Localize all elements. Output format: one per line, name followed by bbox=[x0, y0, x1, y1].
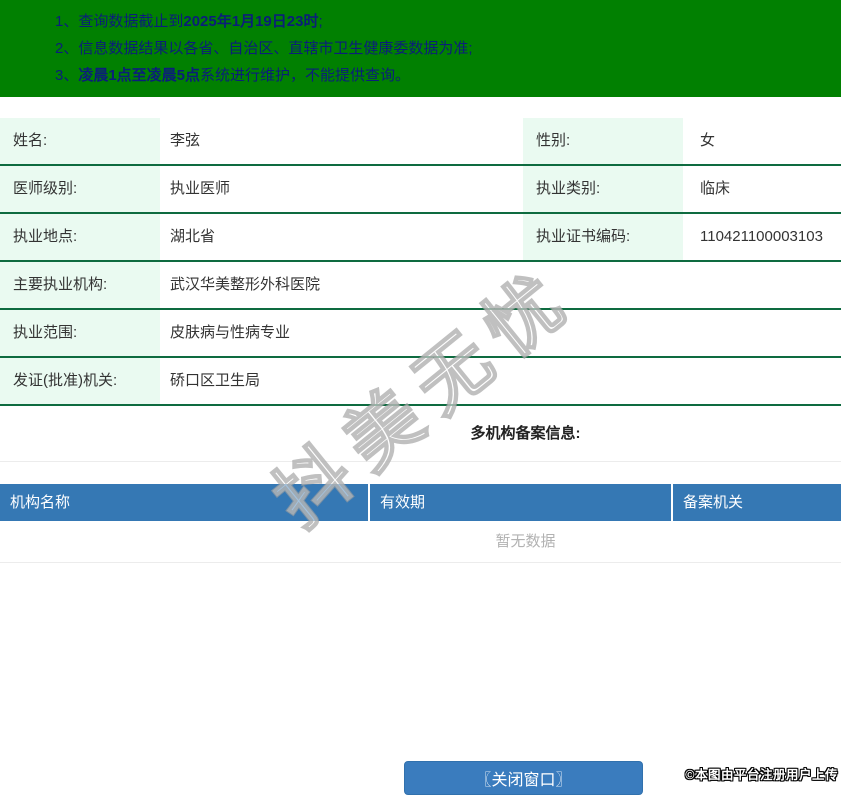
profile-row: 医师级别: 执业医师 执业类别: 临床 bbox=[0, 166, 841, 214]
records-table: 机构名称 有效期 备案机关 暂无数据 bbox=[0, 484, 841, 563]
notice-item: 2、信息数据结果以各省、自治区、直辖市卫生健康委数据为准; bbox=[55, 40, 473, 57]
notice-number: 3、 bbox=[55, 67, 79, 84]
field-value-certificate-no: 110421100003103 bbox=[700, 228, 823, 245]
notice-list: 1、查询数据截止到2025年1月19日23时; 2、信息数据结果以各省、自治区、… bbox=[0, 8, 841, 89]
records-col-institution-name: 机构名称 bbox=[0, 484, 370, 521]
profile-row: 执业地点: 湖北省 执业证书编码: 110421100003103 bbox=[0, 214, 841, 262]
field-label-main-institution: 主要执业机构: bbox=[0, 262, 160, 308]
records-col-validity-period: 有效期 bbox=[370, 484, 673, 521]
notice-number: 1、 bbox=[55, 13, 79, 30]
records-heading: 多机构备案信息: bbox=[0, 406, 841, 462]
empty-data-text: 暂无数据 bbox=[0, 521, 841, 563]
field-value-gender: 女 bbox=[700, 132, 716, 149]
notice-banner: 1、查询数据截止到2025年1月19日23时; 2、信息数据结果以各省、自治区、… bbox=[0, 0, 841, 97]
profile-row: 发证(批准)机关: 硚口区卫生局 bbox=[0, 358, 841, 406]
copyright-watermark: ©本图由平台注册用户上传 bbox=[685, 768, 838, 782]
field-label-certificate-no: 执业证书编码: bbox=[523, 214, 683, 260]
notice-number: 2、 bbox=[55, 40, 79, 57]
field-label-practice-category: 执业类别: bbox=[523, 166, 683, 212]
field-label-name: 姓名: bbox=[0, 118, 160, 164]
field-value-doctor-level: 执业医师 bbox=[170, 180, 231, 197]
doctor-profile-table: 姓名: 李弦 性别: 女 医师级别: 执业医师 执业类别: 临床 执业地点: 湖… bbox=[0, 118, 841, 406]
field-label-issuing-authority: 发证(批准)机关: bbox=[0, 358, 160, 404]
field-label-practice-scope: 执业范围: bbox=[0, 310, 160, 356]
field-value-practice-category: 临床 bbox=[700, 180, 731, 197]
field-value-main-institution: 武汉华美整形外科医院 bbox=[170, 276, 321, 293]
notice-item: 3、凌晨1点至凌晨5点系统进行维护，不能提供查询。 bbox=[55, 67, 411, 84]
field-label-gender: 性别: bbox=[523, 118, 683, 164]
profile-row: 主要执业机构: 武汉华美整形外科医院 bbox=[0, 262, 841, 310]
field-value-name: 李弦 bbox=[170, 132, 201, 149]
close-window-button[interactable]: 〖关闭窗口〗 bbox=[404, 761, 643, 795]
field-value-practice-location: 湖北省 bbox=[170, 228, 216, 245]
profile-row: 姓名: 李弦 性别: 女 bbox=[0, 118, 841, 166]
field-value-issuing-authority: 硚口区卫生局 bbox=[170, 372, 261, 389]
profile-row: 执业范围: 皮肤病与性病专业 bbox=[0, 310, 841, 358]
notice-item: 1、查询数据截止到2025年1月19日23时; bbox=[55, 13, 323, 30]
field-value-practice-scope: 皮肤病与性病专业 bbox=[170, 324, 291, 341]
records-col-record-authority: 备案机关 bbox=[683, 494, 744, 511]
field-label-doctor-level: 医师级别: bbox=[0, 166, 160, 212]
field-label-practice-location: 执业地点: bbox=[0, 214, 160, 260]
records-header-row: 机构名称 有效期 备案机关 bbox=[0, 484, 841, 521]
